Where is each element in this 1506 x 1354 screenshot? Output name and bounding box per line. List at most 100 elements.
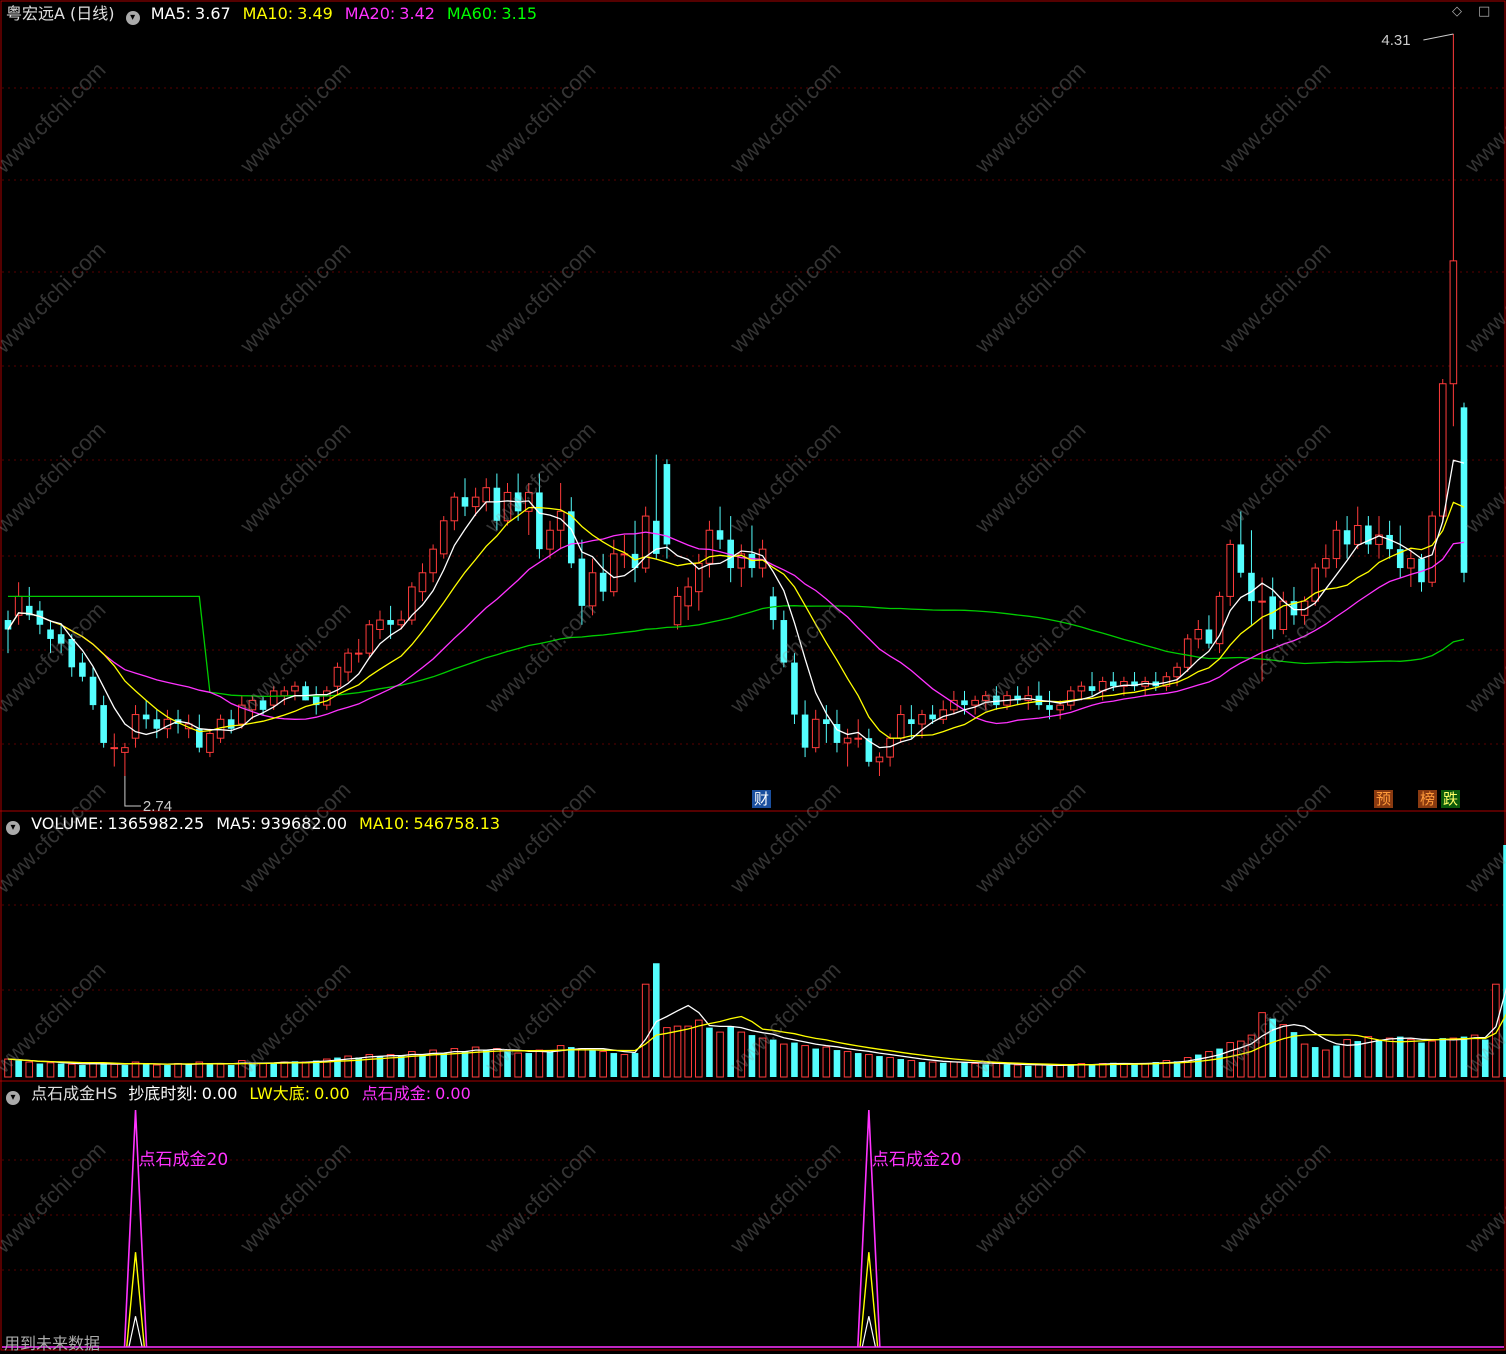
- volume-bar-down: [1418, 1042, 1425, 1077]
- signal-spike: [857, 1109, 881, 1348]
- volume-bar-up: [907, 1060, 916, 1078]
- candle-body-up: [854, 737, 863, 740]
- candle-body-down: [1205, 629, 1213, 644]
- candle-body-down: [801, 714, 809, 748]
- volume-bar-down: [833, 1050, 841, 1077]
- signal-bottom-spike: [861, 1316, 877, 1348]
- volume-bar-down: [1439, 1038, 1447, 1077]
- candle-body-up: [1183, 638, 1192, 668]
- ranking-event-tag[interactable]: 榜: [1418, 790, 1438, 808]
- candle-body-up: [811, 718, 820, 749]
- candle-body-down: [823, 719, 830, 725]
- volume-bar-up: [1322, 1049, 1330, 1078]
- drop-event-tag[interactable]: 跌: [1441, 790, 1461, 808]
- volume-bar-up: [89, 1062, 97, 1078]
- candle-body-up: [1056, 704, 1064, 711]
- volume-bar-up: [1407, 1039, 1415, 1078]
- volume-bar-down: [1311, 1047, 1319, 1077]
- volume-bar-down: [1088, 1064, 1096, 1077]
- volume-bar-down: [546, 1051, 554, 1077]
- volume-bar-up: [673, 1025, 682, 1078]
- candle-body-up: [450, 496, 459, 522]
- volume-bar-up: [663, 1027, 671, 1078]
- candle-body-up: [1258, 600, 1266, 603]
- candle-body-down: [791, 662, 798, 715]
- ma-legend-value: 3.42: [399, 4, 435, 23]
- volume-toggle-icon[interactable]: ▾: [6, 821, 20, 835]
- volume-bar-down: [164, 1065, 171, 1077]
- candle-body-up: [397, 619, 406, 626]
- volume-bar-down: [1131, 1064, 1138, 1077]
- signal-label: 点石成金20: [872, 1150, 962, 1170]
- volume-bar-up: [886, 1057, 894, 1078]
- candle-body-down: [1088, 686, 1096, 691]
- indicator-toggle-icon[interactable]: ▾: [6, 1091, 20, 1105]
- candle-body-down: [461, 497, 469, 507]
- volume-bar-down: [1195, 1054, 1202, 1077]
- volume-bar-down: [1046, 1065, 1053, 1077]
- volume-bar-down: [1003, 1064, 1011, 1077]
- volume-bar-up: [1428, 1040, 1436, 1078]
- indicator-name: 点石成金HS: [31, 1084, 118, 1103]
- volume-bar-up: [535, 1049, 544, 1078]
- volume-bar-up: [780, 1043, 788, 1078]
- volume-bar-down: [397, 1056, 405, 1077]
- main-chart-header: 粤宏远A (日线) ▾ MA5: 3.67 MA10: 3.49 MA20: 3.42 MA…: [6, 3, 555, 25]
- indicator-legend-item: 点石成金: 0.00: [362, 1084, 477, 1103]
- volume-legend-label: MA10:: [359, 814, 410, 833]
- volume-bar-down: [812, 1048, 820, 1077]
- candle-body-up: [1215, 595, 1224, 645]
- volume-legend: VOLUME: 1365982.25 MA5: 939682.00 MA10: 54675…: [31, 814, 512, 833]
- finance-event-tag[interactable]: 财: [752, 790, 772, 808]
- ma-legend-item: MA10: 3.49: [243, 4, 339, 23]
- candle-body-up: [641, 515, 650, 569]
- candle-body-up: [482, 487, 491, 503]
- volume-bar-up: [1141, 1063, 1149, 1078]
- volume-bar-up: [1120, 1063, 1128, 1078]
- volume-bar-up: [216, 1063, 225, 1078]
- indicator-legend-item: LW大底: 0.00: [249, 1084, 355, 1103]
- volume-bar-up: [801, 1045, 809, 1078]
- future-data-warning: 用到未来数据: [4, 1334, 101, 1353]
- volume-bar-down: [100, 1063, 107, 1077]
- volume-bar-up: [684, 1025, 692, 1078]
- candle-body-up: [333, 666, 342, 687]
- candle-body-down: [1046, 705, 1053, 710]
- signal-bottom-spike: [128, 1316, 143, 1348]
- ma-legend-item: MA20: 3.42: [345, 4, 441, 23]
- candle-body-up: [1449, 260, 1458, 385]
- volume-bar-up: [1279, 1024, 1288, 1078]
- volume-bar-up: [578, 1048, 586, 1078]
- volume-bar-down: [961, 1062, 968, 1077]
- candle-body-up: [1322, 558, 1330, 569]
- trough-pointer: [124, 776, 141, 807]
- volume-bar-down: [1173, 1061, 1181, 1077]
- indicator-legend-value: 0.00: [314, 1084, 350, 1103]
- volume-bar-down: [419, 1054, 426, 1077]
- forecast-event-tag[interactable]: 预: [1374, 790, 1394, 808]
- ma-legend-label: MA60:: [446, 4, 498, 23]
- volume-bar-up: [280, 1061, 289, 1078]
- volume-bar-down: [79, 1065, 86, 1077]
- ma-legend: MA5: 3.67 MA10: 3.49 MA20: 3.42 MA60: 3.15: [151, 4, 549, 23]
- candle-body-up: [1173, 666, 1181, 678]
- candle-body-up: [588, 572, 597, 607]
- signal-lw-spike: [859, 1252, 879, 1348]
- candle-body-up: [1438, 383, 1447, 517]
- volume-bar-down: [589, 1050, 596, 1077]
- candle-body-down: [153, 719, 161, 729]
- indicator-legend-label: 抄底时刻:: [128, 1084, 198, 1103]
- ma-legend-label: MA20:: [344, 4, 396, 23]
- candle-body-up: [918, 714, 926, 725]
- volume-bar-down: [918, 1062, 926, 1077]
- volume-bar-up: [865, 1054, 873, 1078]
- volume-bar-up: [301, 1061, 310, 1078]
- diamond-icon[interactable]: ◇: [1452, 4, 1462, 19]
- square-icon[interactable]: □: [1478, 4, 1490, 19]
- volume-bar-up: [620, 1054, 629, 1078]
- candle-body-down: [1460, 407, 1468, 573]
- candle-body-down: [769, 596, 777, 621]
- candle-body-down: [663, 464, 671, 545]
- candle-body-down: [567, 511, 575, 564]
- chart-toggle-icon[interactable]: ▾: [125, 11, 140, 25]
